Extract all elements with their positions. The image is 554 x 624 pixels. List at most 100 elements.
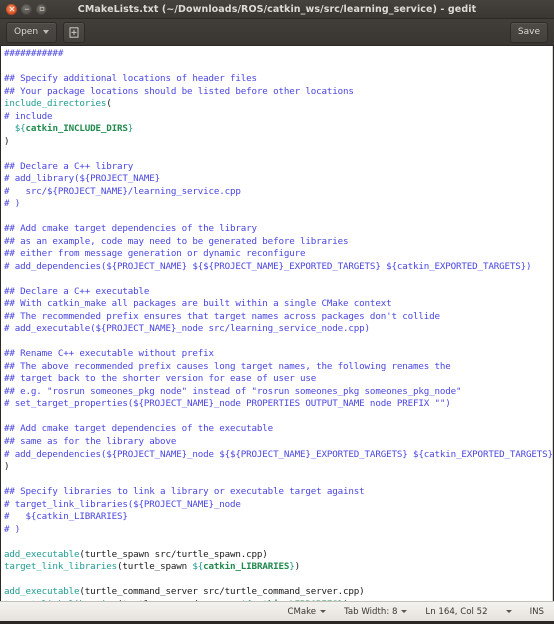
code-token: add_executable [4,586,80,598]
code-token: ## e.g. "rosrun someones_pkg node" inste… [4,385,462,397]
code-line: ) [4,136,553,149]
code-line: ## With catkin_make all packages are bui… [4,298,553,311]
gedit-window: CMakeLists.txt (~/Downloads/ROS/catkin_w… [0,0,554,624]
chevron-down-icon [43,30,50,34]
code-token: ## target back to the shorter version fo… [4,373,317,385]
code-token: catkin_LIBRARIES [252,599,338,601]
code-line: ## The above recommended prefix causes l… [4,361,553,374]
code-token: # target_link_libraries(${PROJECT_NAME}_… [4,498,241,510]
new-document-icon [69,26,79,38]
code-token: ${ [241,599,252,601]
code-line: ## Specify additional locations of heade… [4,73,553,86]
code-line: ## Specify libraries to link a library o… [4,486,553,499]
insert-mode-label: INS [529,606,544,617]
code-token: (turtle_spawn [117,561,193,573]
code-line: ## e.g. "rosrun someones_pkg node" inste… [4,386,553,399]
code-token: } [127,123,134,135]
code-token: ## same as for the library above [4,435,177,447]
code-line: ## either from message generation or dyn… [4,248,553,261]
code-token: ## Your package locations should be list… [4,85,354,97]
insert-mode-indicator[interactable]: INS [521,607,546,617]
window-controls [6,3,47,15]
code-line: # set_target_properties(${PROJECT_NAME}_… [4,398,553,411]
code-token: catkin_LIBRARIES [203,561,290,573]
tab-width-selector[interactable]: Tab Width: 8 [335,607,416,617]
code-token: ## Add cmake target dependencies of the … [4,423,274,435]
code-token: ## The above recommended prefix causes l… [4,360,451,372]
code-line: # add_library(${PROJECT_NAME} [4,173,553,186]
code-line: include_directories( [4,98,553,111]
code-token: # ) [4,523,21,535]
code-token: # include [4,110,53,122]
code-token: # add_dependencies(${PROJECT_NAME}_node … [4,448,554,460]
code-token: ## as an example, code may need to be ge… [4,235,349,247]
code-token: # add_dependencies(${PROJECT_NAME} ${${P… [4,260,532,272]
code-token: ${ [192,561,204,573]
code-token: # set_target_properties(${PROJECT_NAME}_… [4,398,451,410]
code-token: ## Specify libraries to link a library o… [4,486,365,498]
code-line: # ${catkin_LIBRARIES} [4,511,553,524]
code-token: (turtle_spawn src/turtle_spawn.cpp) [79,548,268,560]
code-line: ## Rename C++ executable without prefix [4,348,553,361]
code-line: ## target back to the shorter version fo… [4,373,553,386]
window-title: CMakeLists.txt (~/Downloads/ROS/catkin_w… [77,3,477,15]
scrollbar-track[interactable] [552,46,553,601]
code-token: ## Specify additional locations of heade… [4,73,257,85]
code-line: ## The recommended prefix ensures that t… [4,311,553,324]
code-line: ## same as for the library above [4,436,553,449]
code-token: ########### [4,48,64,59]
editor-area[interactable]: ########### ## Specify additional locati… [0,46,554,601]
code-line: # src/${PROJECT_NAME}/learning_service.c… [4,186,553,199]
chevron-down-icon [320,610,327,613]
code-line: ## Declare a C++ executable [4,286,553,299]
code-token: ## Rename C++ executable without prefix [4,348,214,360]
code-token: target_link_libraries [4,561,118,573]
code-token: ) [343,599,349,601]
open-button-label: Open [14,27,39,37]
toolbar: Open Save [0,19,554,46]
code-token: ## Declare a C++ library [4,160,134,172]
code-token: ) [4,461,10,473]
cursor-position-label: Ln 164, Col 52 [425,606,488,617]
code-token: ( [106,98,112,110]
new-document-button[interactable] [63,21,86,43]
maximize-icon[interactable] [36,3,47,15]
code-line: # ) [4,198,553,211]
language-label: CMake [287,606,317,617]
code-line: # target_link_libraries(${PROJECT_NAME}_… [4,499,553,512]
cursor-position: Ln 164, Col 52 [416,607,496,617]
code-token: # add_executable(${PROJECT_NAME}_node sr… [4,323,370,335]
code-token: ) [4,135,10,147]
code-token: # ) [4,198,21,210]
code-token: (turtle_command_server [117,599,241,601]
code-line: ${catkin_INCLUDE_DIRS} [4,123,553,136]
save-button-label: Save [517,27,540,37]
code-line: target_link_libraries(turtle_spawn ${cat… [4,561,553,574]
tab-width-label: Tab Width: 8 [344,606,398,617]
minimize-icon[interactable] [21,3,32,15]
source-code[interactable]: ########### ## Specify additional locati… [4,48,553,601]
save-button[interactable]: Save [509,21,548,43]
chevron-down-icon [401,610,408,613]
code-line: ## Declare a C++ library [4,161,553,174]
code-line: target_link_libraries(turtle_command_ser… [4,599,553,601]
open-button[interactable]: Open [6,21,58,43]
code-token: ## Add cmake target dependencies of the … [4,223,257,235]
code-line: # add_dependencies(${PROJECT_NAME} ${${P… [4,261,553,274]
position-dropdown[interactable] [497,610,521,613]
status-bar: CMake Tab Width: 8 Ln 164, Col 52 INS [0,601,554,621]
close-icon[interactable] [6,3,17,15]
language-selector[interactable]: CMake [278,607,335,617]
code-line: ## Add cmake target dependencies of the … [4,223,553,236]
code-token: target_link_libraries [4,599,117,601]
code-line: # include [4,111,553,124]
code-token: add_executable [4,548,80,560]
code-token: # src/${PROJECT_NAME}/learning_service.c… [4,185,241,197]
code-line: ########### [4,48,553,61]
